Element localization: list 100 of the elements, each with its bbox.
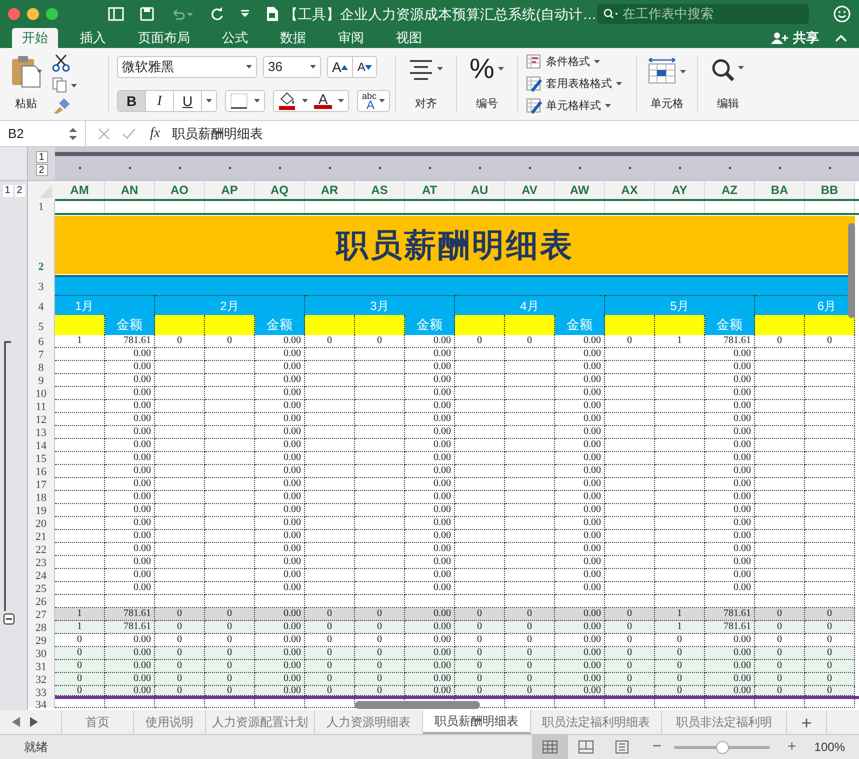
font-size-field[interactable]: 36 (263, 56, 321, 78)
save-icon[interactable] (140, 7, 154, 21)
shrink-font-button[interactable]: A (353, 57, 376, 77)
column-header[interactable]: AW (555, 181, 605, 199)
conditional-format-button[interactable]: 条件格式 (526, 54, 628, 70)
zoom-slider[interactable] (674, 740, 770, 754)
column-header[interactable]: AT (405, 181, 455, 199)
row-header[interactable]: 1 (28, 201, 55, 215)
underline-button[interactable]: U (174, 91, 202, 111)
zoom-in-button[interactable]: + (788, 736, 796, 758)
ribbon-tab[interactable]: 审阅 (328, 28, 374, 48)
ribbon-tab[interactable]: 开始 (12, 28, 58, 48)
row-header[interactable]: 4 (28, 295, 55, 315)
row-header[interactable]: 27 (28, 608, 55, 621)
sidebar-icon[interactable] (108, 7, 124, 21)
row-header[interactable]: 33 (28, 686, 55, 699)
row-header[interactable]: 2 (28, 215, 55, 275)
sheet-tab[interactable]: 职员法定福利明细表 (531, 710, 662, 734)
cells-button[interactable]: 单元格 (637, 52, 697, 116)
column-header[interactable]: AY (655, 181, 705, 199)
row-header[interactable]: 11 (28, 400, 55, 413)
row-header[interactable]: 31 (28, 660, 55, 673)
row-header[interactable]: 17 (28, 478, 55, 491)
zoom-slider-thumb[interactable] (716, 740, 729, 754)
fill-bucket-icon[interactable] (278, 92, 296, 110)
ribbon-tab[interactable]: 数据 (270, 28, 316, 48)
column-header[interactable]: AN (105, 181, 155, 199)
sheet-tab[interactable]: 职员非法定福利明 (662, 710, 787, 734)
function-button[interactable]: fx (150, 123, 160, 144)
outline-level-button[interactable]: 2 (36, 164, 48, 176)
search-field[interactable]: 在工作表中搜索 (596, 4, 809, 24)
row-header[interactable]: 15 (28, 452, 55, 465)
row-header[interactable]: 18 (28, 491, 55, 504)
phonetic-button[interactable]: abc A (357, 90, 390, 112)
table-format-button[interactable]: 套用表格格式 (526, 76, 628, 92)
row-header[interactable]: 30 (28, 647, 55, 660)
number-format-button[interactable]: % 编号 (457, 52, 517, 116)
grow-font-button[interactable]: A (328, 57, 354, 77)
search-input[interactable]: 在工作表中搜索 (622, 4, 803, 24)
outline-level-button[interactable]: 2 (14, 185, 24, 197)
horizontal-scrollbar[interactable] (355, 701, 480, 709)
italic-button[interactable]: I (146, 91, 174, 111)
row-header[interactable]: 25 (28, 582, 55, 595)
collapse-icon[interactable] (835, 33, 847, 43)
row-header[interactable]: 19 (28, 504, 55, 517)
zoom-out-button[interactable]: − (652, 735, 662, 759)
row-header[interactable]: 24 (28, 569, 55, 582)
ribbon-tab[interactable]: 公式 (212, 28, 258, 48)
grid-view-icon[interactable] (532, 735, 568, 759)
sheet-tab[interactable]: 使用说明 (134, 710, 206, 734)
row-header[interactable]: 8 (28, 361, 55, 374)
column-header[interactable]: AP (205, 181, 255, 199)
column-header[interactable]: AO (155, 181, 205, 199)
row-header[interactable]: 9 (28, 374, 55, 387)
sheet-tab[interactable]: 首页 (62, 710, 134, 734)
minimize-button[interactable] (27, 8, 39, 20)
next-sheet-icon[interactable] (30, 717, 38, 727)
sheet-tab[interactable]: 人力资源配置计划 (206, 710, 315, 734)
zoom-button[interactable] (46, 8, 58, 20)
column-header[interactable]: AS (355, 181, 405, 199)
column-header[interactable]: AX (605, 181, 655, 199)
row-header[interactable]: 32 (28, 673, 55, 686)
column-header[interactable]: BB (805, 181, 855, 199)
font-color-button[interactable]: A (314, 93, 332, 109)
alignment-button[interactable]: 对齐 (396, 52, 456, 116)
row-header[interactable]: 5 (28, 315, 55, 335)
sheet-tab[interactable]: 职员薪酬明细表 (423, 710, 531, 734)
column-header[interactable]: BA (755, 181, 805, 199)
row-header[interactable]: 34 (28, 699, 55, 708)
add-sheet-button[interactable]: + (787, 710, 827, 734)
caret-icon[interactable] (240, 10, 250, 18)
row-header[interactable]: 20 (28, 517, 55, 530)
row-header[interactable]: 29 (28, 634, 55, 647)
borders-button[interactable] (225, 90, 265, 112)
row-header[interactable]: 23 (28, 556, 55, 569)
vertical-scrollbar[interactable] (848, 223, 855, 318)
paste-button[interactable]: 粘贴 (10, 52, 42, 116)
dropdown-icon[interactable] (338, 99, 344, 103)
row-header[interactable]: 12 (28, 413, 55, 426)
row-header[interactable]: 13 (28, 426, 55, 439)
row-header[interactable]: 6 (28, 335, 55, 348)
outline-level-button[interactable]: 1 (36, 151, 48, 163)
row-header[interactable]: 3 (28, 275, 55, 295)
column-header[interactable]: AM (55, 181, 105, 199)
column-header[interactable]: AR (305, 181, 355, 199)
column-header[interactable]: AU (455, 181, 505, 199)
copy-icon[interactable] (52, 77, 78, 93)
smiley-icon[interactable] (833, 5, 851, 23)
row-header[interactable]: 21 (28, 530, 55, 543)
font-name-field[interactable]: 微软雅黑 (117, 56, 257, 78)
ribbon-tab[interactable]: 插入 (70, 28, 116, 48)
row-header[interactable]: 16 (28, 465, 55, 478)
ribbon-tab[interactable]: 视图 (386, 28, 432, 48)
row-header[interactable]: 14 (28, 439, 55, 452)
redo-icon[interactable] (210, 7, 224, 21)
row-header[interactable]: 7 (28, 348, 55, 361)
dropdown-icon[interactable] (302, 99, 308, 103)
column-header[interactable]: AV (505, 181, 555, 199)
row-header[interactable]: 26 (28, 595, 55, 608)
bold-button[interactable]: B (118, 91, 146, 111)
